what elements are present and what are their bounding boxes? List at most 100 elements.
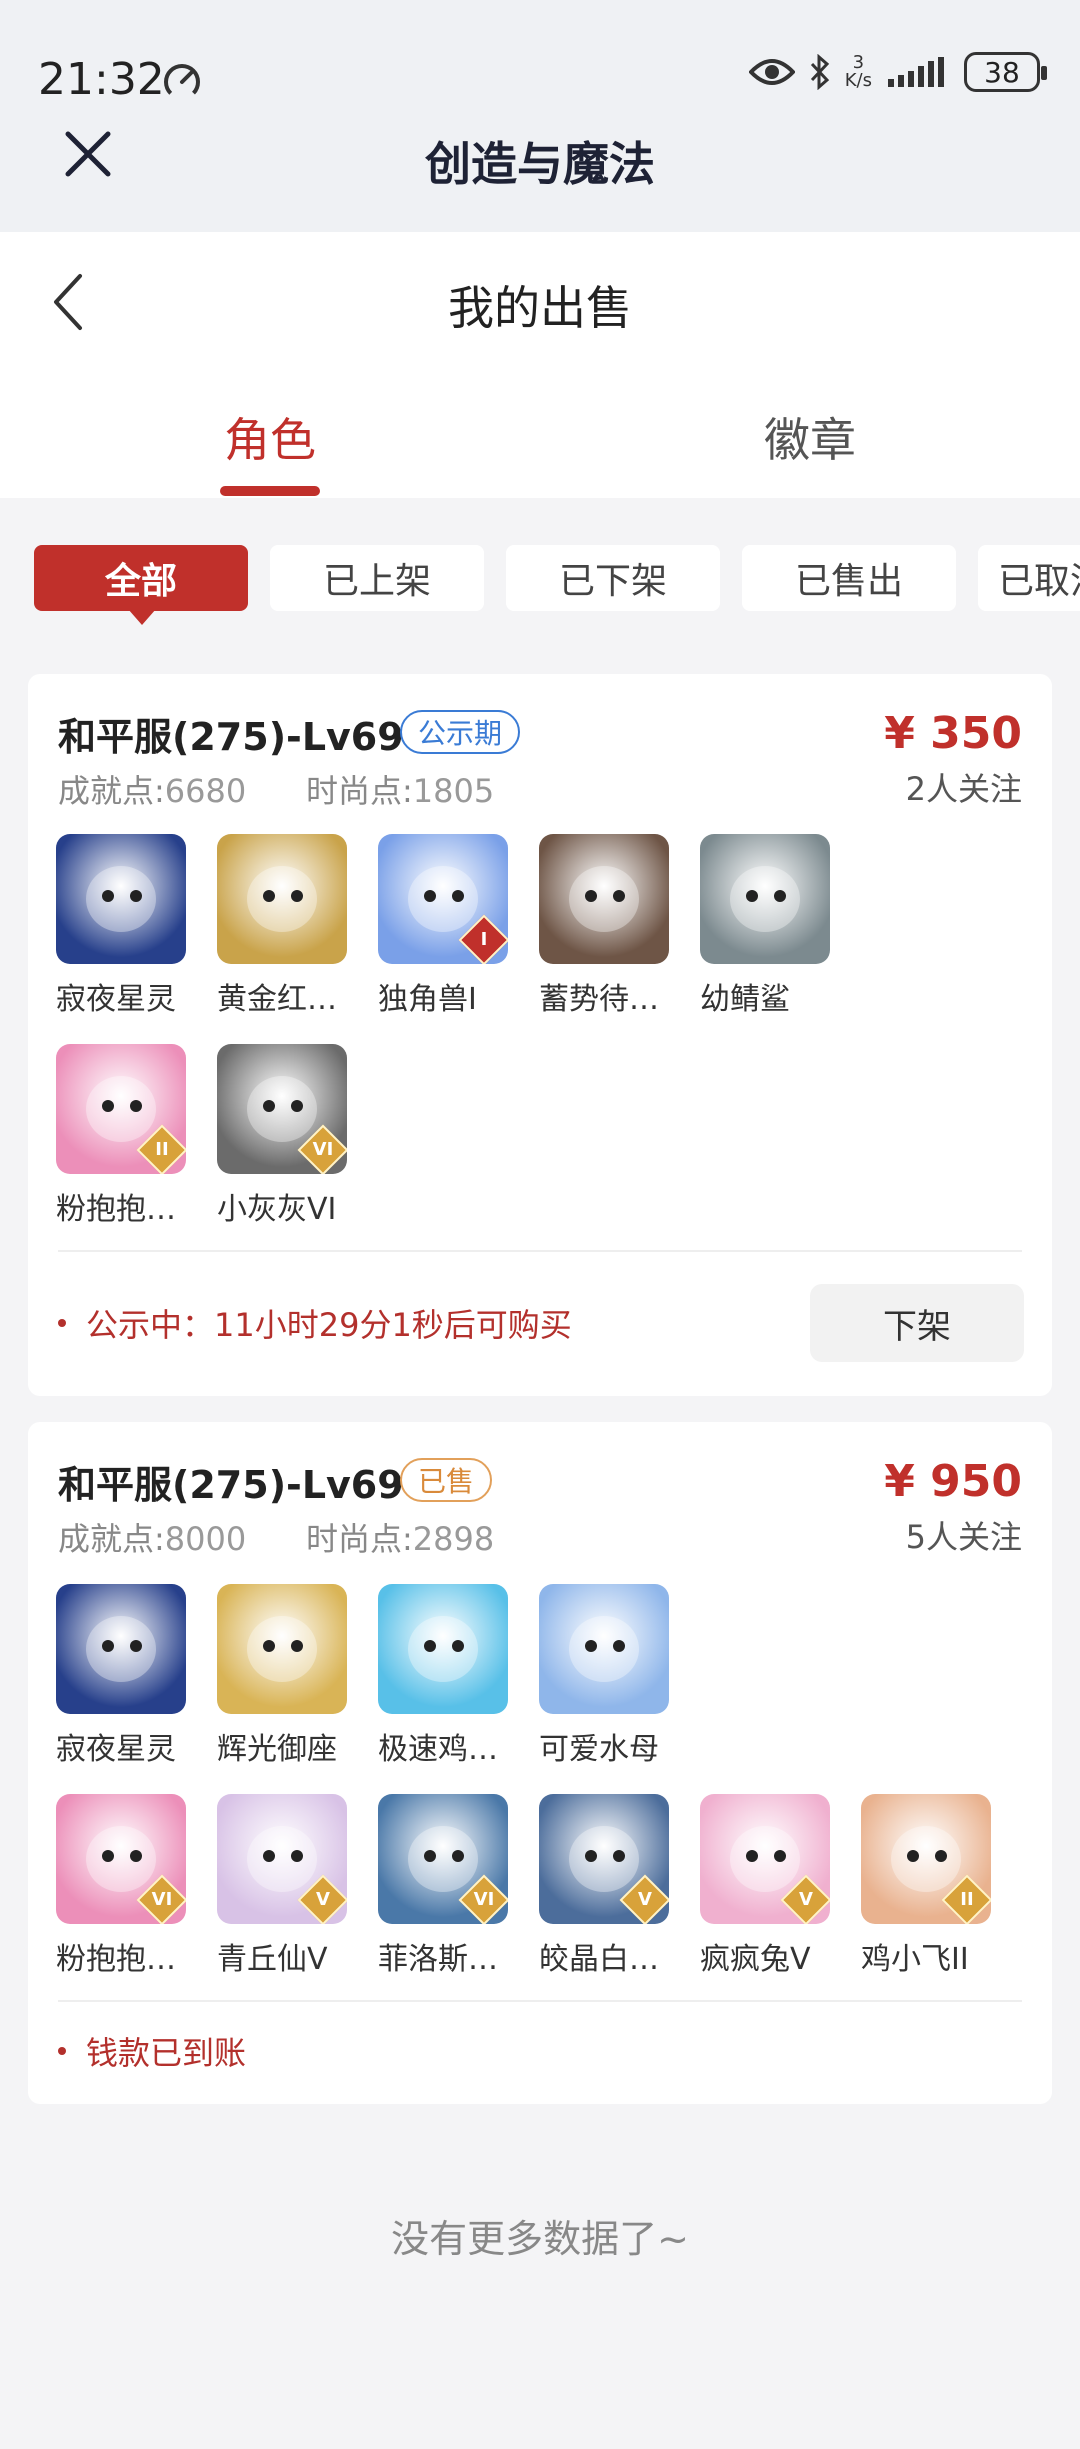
pet-eye <box>424 1850 436 1862</box>
pet-item[interactable]: V 皎晶白… <box>511 1794 669 1978</box>
pet-thumbnail: V <box>539 1794 669 1924</box>
pet-thumbnail <box>217 1584 347 1714</box>
pet-eye <box>130 1850 142 1862</box>
pet-eye <box>424 890 436 902</box>
filter-all[interactable]: 全部 <box>34 545 248 611</box>
pet-thumbnail <box>539 1584 669 1714</box>
pet-thumbnail <box>56 834 186 964</box>
pet-thumbnail: VI <box>56 1794 186 1924</box>
status-icons: 3 K/s 38 <box>748 52 1047 92</box>
price: ¥ 950 <box>884 1456 1022 1507</box>
filter-delisted[interactable]: 已下架 <box>506 545 720 611</box>
pet-item[interactable]: 寂夜星灵 <box>28 1584 186 1768</box>
order-card[interactable]: 和平服(275)-Lv69 公示期 ¥ 350 2人关注 成就点:6680 时尚… <box>28 674 1052 1396</box>
fashion-points: 时尚点:1805 <box>306 772 495 810</box>
page-title: 我的出售 <box>448 281 632 335</box>
pet-name: 青丘仙V <box>217 1942 328 1977</box>
pet-item[interactable]: 蓄势待… <box>511 834 669 1018</box>
filter-sold[interactable]: 已售出 <box>742 545 956 611</box>
pet-item[interactable]: 幼鲭鲨 <box>672 834 830 1018</box>
pet-face <box>86 866 156 932</box>
active-tab-indicator <box>220 486 320 496</box>
pet-eye <box>291 1640 303 1652</box>
tab-role[interactable]: 角色 <box>120 404 420 470</box>
filter-listed[interactable]: 已上架 <box>270 545 484 611</box>
pet-face <box>247 1826 317 1892</box>
pet-eye <box>263 890 275 902</box>
pet-eye <box>613 1640 625 1652</box>
divider <box>58 1250 1022 1252</box>
status-time: 21:32 <box>38 54 165 105</box>
pet-eye <box>585 890 597 902</box>
filter-cancelled[interactable]: 已取消 <box>978 545 1080 611</box>
status-badge: 公示期 <box>400 710 521 754</box>
pet-item[interactable]: V 疯疯兔V <box>672 1794 830 1978</box>
settled-text: 钱款已到账 <box>86 2034 247 2072</box>
pet-eye <box>263 1640 275 1652</box>
pet-face <box>247 1076 317 1142</box>
speedometer-icon <box>164 64 200 100</box>
pet-item[interactable]: 可爱水母 <box>511 1584 669 1768</box>
pet-eye <box>263 1100 275 1112</box>
pet-thumbnail <box>539 834 669 964</box>
pet-name: 鸡小飞II <box>861 1942 969 1977</box>
pet-name: 粉抱抱… <box>56 1942 176 1977</box>
pet-item[interactable]: VI 小灰灰VI <box>189 1044 347 1228</box>
server-name: 和平服(275)-Lv69 <box>58 1463 404 1507</box>
pet-name: 蓄势待… <box>539 982 659 1017</box>
pet-eye <box>130 1100 142 1112</box>
pet-eye <box>746 1850 758 1862</box>
pet-item[interactable]: 寂夜星灵 <box>28 834 186 1018</box>
pet-item[interactable]: VI 菲洛斯… <box>350 1794 508 1978</box>
pet-face <box>408 1826 478 1892</box>
pet-eye <box>291 1850 303 1862</box>
pet-name: 菲洛斯… <box>378 1942 498 1977</box>
pet-thumbnail: V <box>217 1794 347 1924</box>
delist-button[interactable]: 下架 <box>810 1284 1024 1362</box>
pet-thumbnail <box>56 1584 186 1714</box>
app-title: 创造与魔法 <box>425 137 655 191</box>
pet-eye <box>613 1850 625 1862</box>
pet-face <box>569 1616 639 1682</box>
countdown-text: 公示中：11小时29分1秒后可购买 <box>86 1306 572 1344</box>
pet-item[interactable]: II 鸡小飞II <box>833 1794 991 1978</box>
pet-eye <box>452 890 464 902</box>
pet-item[interactable]: V 青丘仙V <box>189 1794 347 1978</box>
pet-thumbnail <box>378 1584 508 1714</box>
watcher-count: 5人关注 <box>905 1518 1022 1556</box>
pet-eye <box>452 1850 464 1862</box>
pet-face <box>730 866 800 932</box>
pet-name: 黄金红… <box>217 982 337 1017</box>
watcher-count: 2人关注 <box>905 770 1022 808</box>
pet-face <box>569 866 639 932</box>
pet-name: 可爱水母 <box>539 1732 659 1767</box>
pet-eye <box>291 1100 303 1112</box>
status-dot <box>58 2047 66 2055</box>
pet-eye <box>585 1850 597 1862</box>
pet-eye <box>102 1850 114 1862</box>
pet-item[interactable]: II 粉抱抱… <box>28 1044 186 1228</box>
order-card[interactable]: 和平服(275)-Lv69 已售 ¥ 950 5人关注 成就点:8000 时尚点… <box>28 1422 1052 2104</box>
tab-badge[interactable]: 徽章 <box>660 404 960 470</box>
divider <box>58 2000 1022 2002</box>
pet-name: 寂夜星灵 <box>56 982 176 1017</box>
achievement-points: 成就点:6680 <box>58 772 247 810</box>
pet-eye <box>935 1850 947 1862</box>
pet-face <box>569 1826 639 1892</box>
no-more-data: 没有更多数据了~ <box>391 2217 689 2261</box>
pet-thumbnail: VI <box>217 1044 347 1174</box>
pet-eye <box>130 1640 142 1652</box>
pet-name: 独角兽I <box>378 982 477 1017</box>
pet-eye <box>774 1850 786 1862</box>
pet-face <box>408 1616 478 1682</box>
pet-item[interactable]: 黄金红… <box>189 834 347 1018</box>
pet-item[interactable]: VI 粉抱抱… <box>28 1794 186 1978</box>
pet-item[interactable]: I 独角兽I <box>350 834 508 1018</box>
pet-item[interactable]: 极速鸡… <box>350 1584 508 1768</box>
pet-eye <box>774 890 786 902</box>
battery-indicator: 38 <box>964 52 1047 92</box>
pet-thumbnail: V <box>700 1794 830 1924</box>
pet-item[interactable]: 辉光御座 <box>189 1584 347 1768</box>
status-dot <box>58 1319 66 1327</box>
network-speed: 3 K/s <box>844 52 872 91</box>
